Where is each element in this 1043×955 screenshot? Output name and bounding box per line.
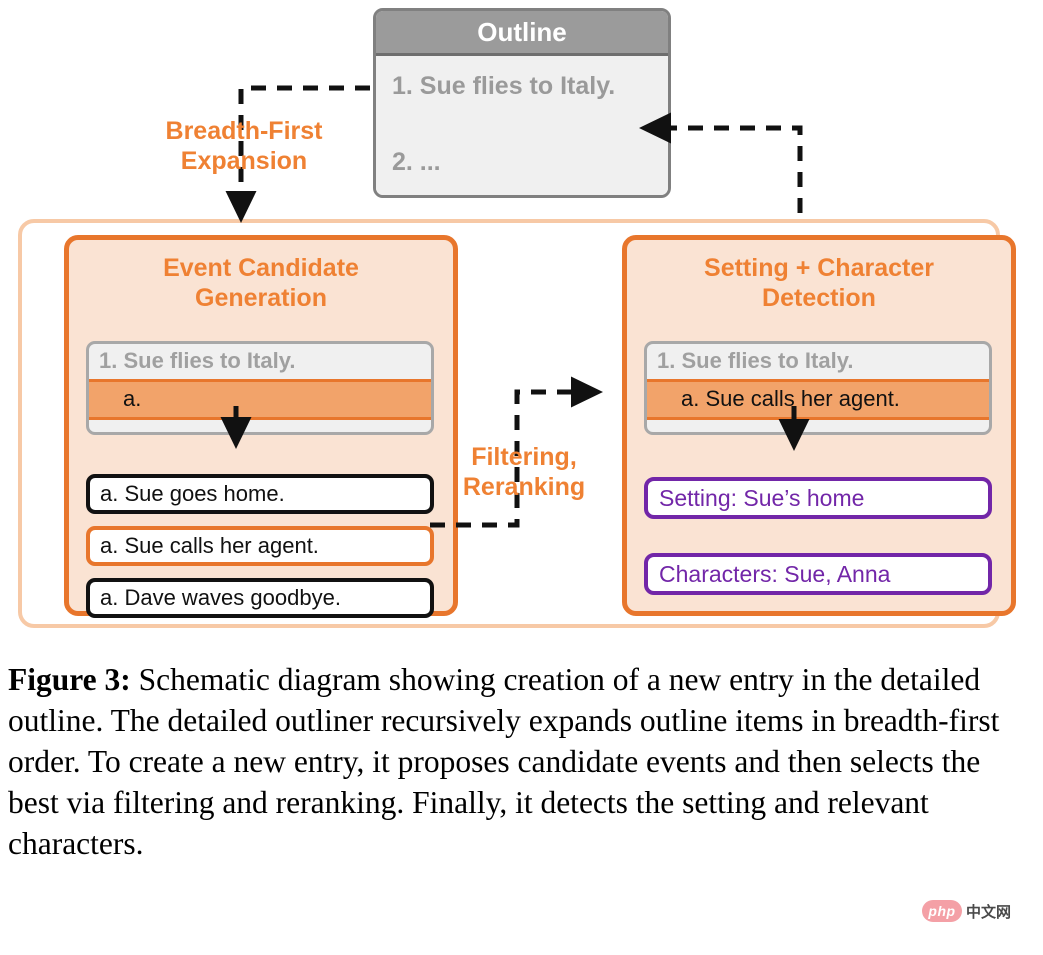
mini-outline-highlight-row: a. Sue calls her agent. bbox=[647, 379, 989, 420]
figure-caption-label: Figure 3: bbox=[8, 662, 131, 697]
candidate-event-box-selected[interactable]: a. Sue calls her agent. bbox=[86, 526, 434, 566]
characters-box: Characters: Sue, Anna bbox=[644, 553, 992, 595]
setting-box: Setting: Sue’s home bbox=[644, 477, 992, 519]
characters-label: Characters: Sue, Anna bbox=[659, 560, 891, 587]
mini-outline-spacer bbox=[89, 420, 431, 432]
outline-item: 2. ... bbox=[392, 148, 441, 176]
figure-3-schematic: Outline 1. Sue flies to Italy. 2. ... Ev… bbox=[0, 0, 1043, 955]
candidate-event-box[interactable]: a. Dave waves goodbye. bbox=[86, 578, 434, 618]
figure-caption: Figure 3: Schematic diagram showing crea… bbox=[8, 660, 1038, 865]
candidate-event-label: a. Sue calls her agent. bbox=[100, 533, 319, 558]
php-logo-icon: php bbox=[922, 900, 962, 922]
stage-setting-character-detection: Setting + Character Detection 1. Sue flie… bbox=[622, 235, 1016, 616]
outline-card: Outline 1. Sue flies to Italy. 2. ... bbox=[373, 8, 671, 198]
arrow-outline-writeback bbox=[638, 112, 803, 213]
edge-label-filtering-reranking: Filtering, Reranking bbox=[462, 443, 586, 501]
mini-outline-parent-item: 1. Sue flies to Italy. bbox=[657, 348, 854, 373]
mini-outline-parent-item: 1. Sue flies to Italy. bbox=[99, 348, 296, 373]
stage-title-detection: Setting + Character Detection bbox=[704, 254, 934, 312]
setting-label: Setting: Sue’s home bbox=[659, 484, 865, 511]
mini-outline-highlight-row: a. bbox=[89, 379, 431, 420]
watermark: php 中文网 bbox=[922, 900, 1011, 922]
outline-card-title: Outline bbox=[376, 11, 668, 56]
edge-label-breadth-first-expansion: Breadth-First Expansion bbox=[165, 117, 323, 175]
watermark-site-label: 中文网 bbox=[966, 903, 1012, 921]
figure-caption-text: Schematic diagram showing creation of a … bbox=[8, 662, 1000, 861]
stage-title-generation: Event Candidate Generation bbox=[163, 254, 359, 312]
stage-event-candidate-generation: Event Candidate Generation 1. Sue flies t… bbox=[64, 235, 458, 618]
pipeline-container: Event Candidate Generation 1. Sue flies t… bbox=[18, 219, 1016, 628]
mini-outline-detection: 1. Sue flies to Italy. a. Sue calls her … bbox=[644, 341, 992, 435]
candidate-event-label: a. Dave waves goodbye. bbox=[100, 585, 341, 610]
candidate-event-box[interactable]: a. Sue goes home. bbox=[86, 474, 434, 514]
candidate-event-label: a. Sue goes home. bbox=[100, 481, 285, 506]
mini-outline-generation: 1. Sue flies to Italy. a. bbox=[86, 341, 434, 435]
mini-outline-spacer bbox=[647, 420, 989, 432]
outline-card-body: 1. Sue flies to Italy. 2. ... bbox=[376, 56, 668, 195]
outline-item: 1. Sue flies to Italy. bbox=[392, 72, 616, 100]
